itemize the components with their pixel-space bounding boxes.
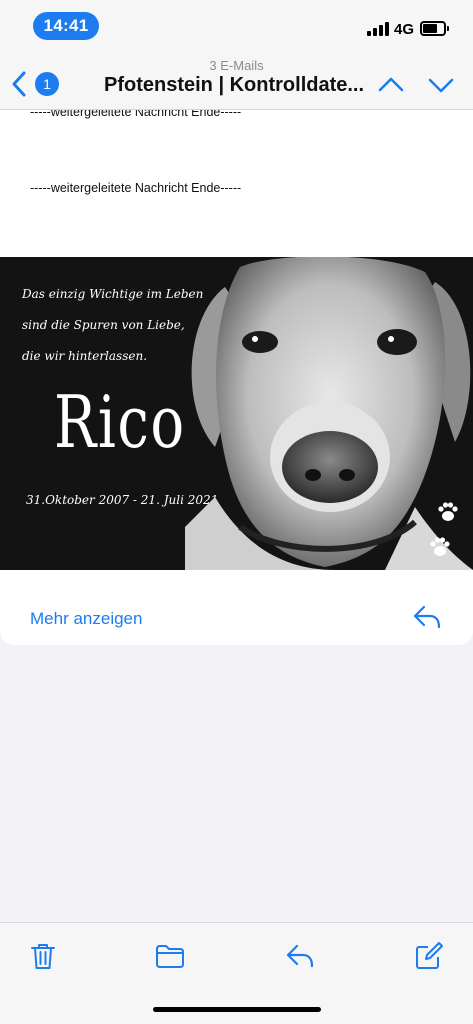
show-more-link[interactable]: Mehr anzeigen bbox=[30, 609, 142, 629]
chevron-up-icon[interactable] bbox=[378, 72, 404, 98]
message-count: 3 E-Mails bbox=[209, 58, 264, 73]
chevron-down-icon[interactable] bbox=[428, 72, 454, 98]
forward-end-text: -----weitergeleitete Nachricht Ende----- bbox=[30, 181, 242, 195]
page-title: Pfotenstein | Kontrolldate... bbox=[104, 74, 365, 96]
trash-icon[interactable] bbox=[28, 941, 58, 971]
reply-icon[interactable] bbox=[412, 604, 442, 630]
mail-body: -----weitergeleitete Nachricht Ende-----… bbox=[0, 110, 473, 645]
compose-icon[interactable] bbox=[414, 941, 444, 971]
battery-icon bbox=[420, 21, 449, 36]
folder-icon[interactable] bbox=[155, 941, 185, 971]
paw-icon bbox=[438, 502, 458, 521]
nav-bar: 1 3 E-Mails Pfotenstein | Kontrolldate..… bbox=[0, 52, 473, 110]
status-bar: 14:41 4G bbox=[0, 0, 473, 52]
quote-line: die wir hinterlassen. bbox=[22, 349, 148, 363]
chevron-left-icon[interactable] bbox=[10, 70, 28, 98]
forward-end-text: -----weitergeleitete Nachricht Ende----- bbox=[30, 110, 242, 119]
network-label: 4G bbox=[394, 21, 415, 38]
quote-line: Das einzig Wichtige im Leben bbox=[22, 287, 204, 301]
paw-icon bbox=[430, 537, 450, 556]
home-indicator[interactable] bbox=[153, 1007, 321, 1012]
memorial-quote: Das einzig Wichtige im Leben sind die Sp… bbox=[22, 279, 203, 372]
status-time[interactable]: 14:41 bbox=[33, 12, 99, 40]
mail-screen: 14:41 4G 1 3 E-Mails Pfotenstein | Kontr… bbox=[0, 0, 473, 1024]
quote-line: sind die Spuren von Liebe, bbox=[22, 318, 185, 332]
reply-icon[interactable] bbox=[285, 941, 315, 971]
pet-name: Rico bbox=[54, 380, 186, 464]
unread-badge[interactable]: 1 bbox=[35, 72, 59, 96]
signal-icon bbox=[367, 22, 389, 36]
memorial-image[interactable]: Das einzig Wichtige im Leben sind die Sp… bbox=[0, 257, 473, 570]
dog-portrait bbox=[185, 257, 473, 570]
